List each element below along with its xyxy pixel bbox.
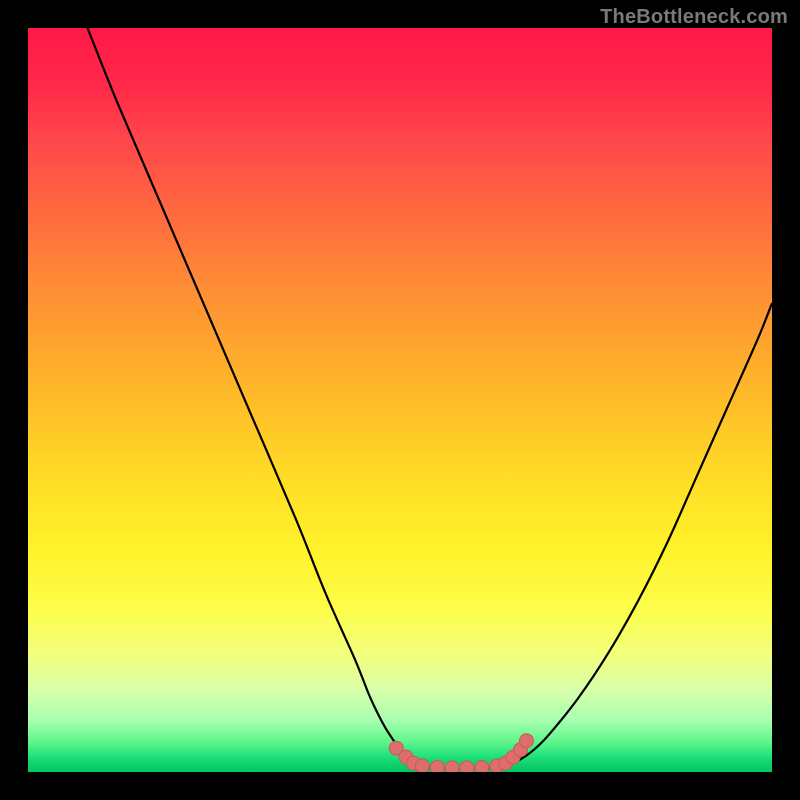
marker-dot	[430, 761, 444, 772]
optimal-markers	[389, 734, 533, 772]
marker-dot	[415, 759, 429, 772]
plot-area	[28, 28, 772, 772]
marker-dot	[460, 761, 474, 772]
bottleneck-curve	[88, 28, 772, 768]
marker-dot	[445, 761, 459, 772]
curve-svg	[28, 28, 772, 772]
watermark-text: TheBottleneck.com	[600, 6, 788, 29]
marker-dot	[519, 734, 533, 748]
chart-frame: TheBottleneck.com	[0, 0, 800, 800]
marker-dot	[475, 761, 489, 772]
